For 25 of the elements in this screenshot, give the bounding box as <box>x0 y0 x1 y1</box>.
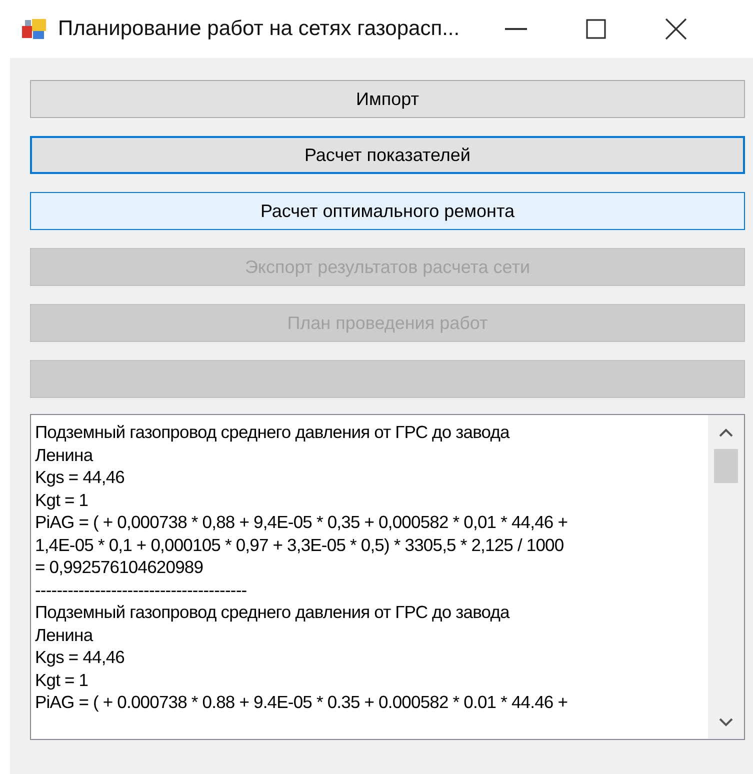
output-line: Подземный газопровод среднего давления от ГРС до завода <box>35 421 510 444</box>
scroll-up-icon[interactable] <box>719 428 733 436</box>
output-line: = 0,992576104620989 <box>35 556 204 578</box>
output-line: Kgt = 1 <box>35 668 88 691</box>
output-text-area[interactable] <box>30 414 745 740</box>
output-line: --------------------------------------- <box>35 578 247 601</box>
action-button[interactable]: Расчет оптимального ремонта <box>30 192 745 230</box>
output-line: Подземный газопровод среднего давления от ГРС до завода <box>35 601 510 624</box>
minimize-icon <box>504 28 527 30</box>
close-icon <box>664 18 687 40</box>
output-line: Kgs = 44,46 <box>35 466 124 488</box>
action-button[interactable]: Импорт <box>30 80 745 118</box>
output-line: 1,4E-05 * 0,1 + 0,000105 * 0,97 + 3,3E-05 * 0,5) * 3305,5 * 2,125 / 1000 <box>35 534 564 556</box>
output-line: Ленина <box>35 444 93 466</box>
maximize-icon <box>586 19 606 39</box>
scrollbar-thumb[interactable] <box>714 449 738 483</box>
output-line: PiAG = ( + 0.000738 * 0.88 + 9.4E-05 * 0.35 + 0.000582 * 0.01 * 44.46 + <box>35 691 568 714</box>
scroll-down-icon[interactable] <box>719 718 733 726</box>
output-line: Ленина <box>35 624 93 646</box>
action-button[interactable]: Расчет показателей <box>30 136 745 174</box>
output-line: Kgt = 1 <box>35 488 88 511</box>
output-line: Kgs = 44,46 <box>35 646 124 668</box>
output-line: PiAG = ( + 0,000738 * 0,88 + 9,4E-05 * 0,35 + 0,000582 * 0,01 * 44,46 + <box>35 511 568 534</box>
window-title: Планирование работ на сетях газорасп... <box>58 16 460 42</box>
app-icon <box>22 17 48 41</box>
